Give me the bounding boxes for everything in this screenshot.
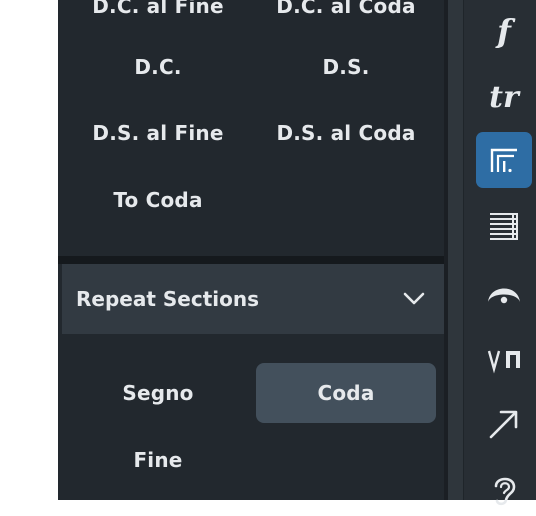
bowing-button[interactable] — [476, 330, 532, 386]
palette-item-dc-al-fine[interactable]: D.C. al Fine — [68, 0, 248, 36]
splitter-handle[interactable] — [448, 0, 464, 500]
svg-text:tr: tr — [489, 80, 521, 114]
bowing-icon — [487, 350, 520, 374]
repeats-button[interactable] — [476, 132, 532, 188]
palette-item-fine[interactable]: Fine — [68, 430, 248, 490]
palette-item-ds-al-fine[interactable]: D.S. al Fine — [68, 103, 248, 163]
trill-icon: tr — [489, 80, 521, 114]
arrow-icon — [489, 410, 518, 439]
ornaments-button[interactable]: tr — [476, 66, 532, 122]
fermata-button[interactable] — [476, 264, 532, 320]
svg-text:f: f — [495, 12, 516, 48]
tablature-icon — [490, 213, 518, 240]
repeat-ending-icon — [490, 148, 517, 173]
section-header-repeat-sections[interactable]: Repeat Sections — [62, 264, 444, 334]
palette-item-ds[interactable]: D.S. — [256, 37, 436, 97]
palette-item-coda[interactable]: Coda — [256, 363, 436, 423]
dynamics-button[interactable]: f — [476, 0, 532, 56]
palette-item-dc-al-coda[interactable]: D.C. al Coda — [256, 0, 436, 36]
tablature-button[interactable] — [476, 198, 532, 254]
chevron-down-icon — [403, 292, 425, 305]
palette-item-segno[interactable]: Segno — [68, 363, 248, 423]
palette-item-dc[interactable]: D.C. — [68, 37, 248, 97]
fermata-icon — [488, 288, 520, 304]
section-title: Repeat Sections — [76, 287, 259, 311]
palette-item-ds-al-coda[interactable]: D.S. al Coda — [256, 103, 436, 163]
palette-item-to-coda[interactable]: To Coda — [68, 170, 248, 230]
section-divider — [58, 256, 447, 264]
lines-button[interactable] — [476, 396, 532, 452]
dynamics-f-icon: f — [495, 12, 516, 48]
playback-button[interactable] — [476, 460, 532, 516]
ear-icon — [494, 477, 516, 506]
